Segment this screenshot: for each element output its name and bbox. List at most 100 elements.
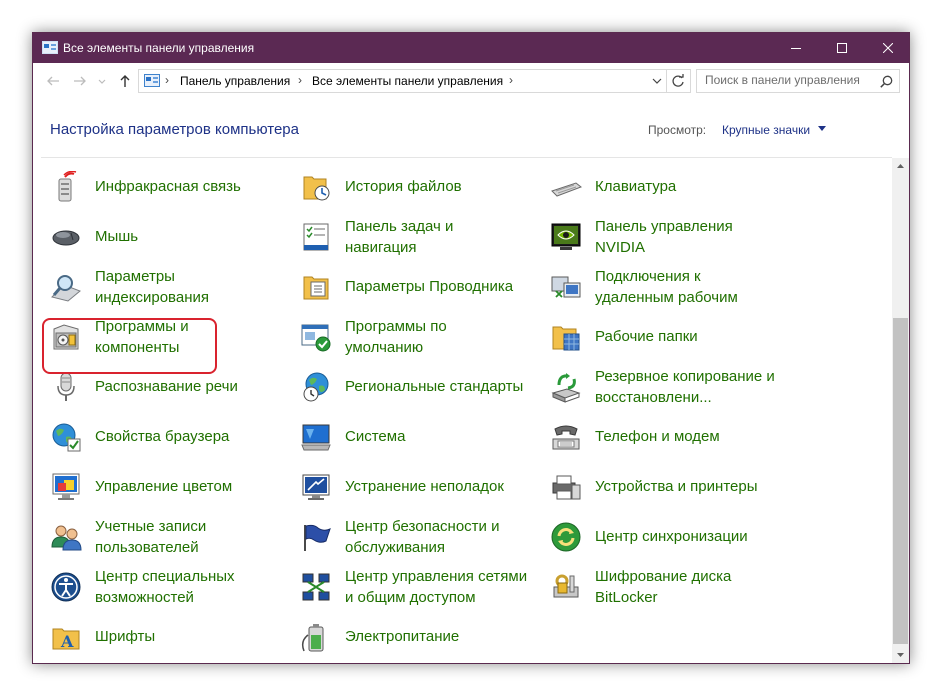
color-management-icon bbox=[52, 473, 80, 500]
item-power-options[interactable]: Электропитание bbox=[300, 615, 550, 659]
item-ease-of-access[interactable]: Центр специальных возможностей bbox=[50, 565, 300, 609]
vertical-scrollbar[interactable] bbox=[892, 158, 909, 663]
breadcrumb-control-panel[interactable]: Панель управления bbox=[180, 74, 290, 88]
item-label: Региональные стандарты bbox=[345, 378, 524, 395]
item-fonts[interactable]: A Шрифты bbox=[50, 615, 300, 659]
address-dropdown-chevron-icon[interactable] bbox=[652, 77, 662, 85]
fonts-icon: A bbox=[52, 628, 80, 651]
item-label: Центр управления сетями и общим доступом bbox=[345, 568, 528, 606]
minimize-icon bbox=[791, 48, 801, 49]
system-icon bbox=[301, 424, 331, 451]
item-label: Подключения к удаленным рабочим bbox=[595, 268, 738, 306]
back-arrow-icon[interactable] bbox=[45, 73, 61, 89]
search-icon[interactable] bbox=[880, 75, 893, 88]
item-file-history[interactable]: История файлов bbox=[300, 165, 550, 209]
item-label: Шрифты bbox=[95, 628, 156, 645]
item-phone-modem[interactable]: Телефон и модем bbox=[550, 415, 800, 459]
item-remote-desktop[interactable]: Подключения к удаленным рабочим bbox=[550, 265, 800, 309]
item-label: Панель управления NVIDIA bbox=[595, 218, 733, 256]
breadcrumb-separator[interactable]: › bbox=[509, 73, 513, 87]
control-panel-app-icon bbox=[42, 41, 58, 54]
window-title: Все элементы панели управления bbox=[63, 41, 255, 55]
item-keyboard[interactable]: Клавиатура bbox=[550, 165, 800, 209]
recent-locations-chevron-icon[interactable] bbox=[97, 73, 107, 89]
scroll-down-icon[interactable] bbox=[892, 646, 909, 663]
item-label: Устройства и принтеры bbox=[595, 478, 758, 495]
item-label: Инфракрасная связь bbox=[95, 178, 241, 195]
item-devices-printers[interactable]: Устройства и принтеры bbox=[550, 465, 800, 509]
item-label: Устранение неполадок bbox=[345, 478, 504, 495]
address-bar[interactable]: › Панель управления › Все элементы панел… bbox=[138, 69, 691, 93]
troubleshooting-icon bbox=[302, 474, 330, 500]
power-options-icon bbox=[301, 624, 324, 652]
title-bar[interactable]: Все элементы панели управления bbox=[33, 33, 909, 63]
keyboard-icon bbox=[551, 182, 582, 197]
item-system[interactable]: Система bbox=[300, 415, 550, 459]
item-user-accounts[interactable]: Учетные записи пользователей bbox=[50, 515, 300, 559]
item-label: Центр специальных возможностей bbox=[95, 568, 235, 606]
item-work-folders[interactable]: Рабочие папки bbox=[550, 315, 800, 359]
item-label: Учетные записи пользователей bbox=[95, 518, 207, 556]
item-network-center[interactable]: Центр управления сетями и общим доступом bbox=[300, 565, 550, 609]
item-infrared[interactable]: Инфракрасная связь bbox=[50, 165, 300, 209]
file-history-icon bbox=[303, 176, 330, 201]
microphone-icon bbox=[57, 372, 75, 401]
breadcrumb-all-items[interactable]: Все элементы панели управления bbox=[312, 74, 503, 88]
view-by-dropdown[interactable]: Крупные значки bbox=[722, 123, 810, 137]
remote-desktop-icon bbox=[551, 276, 581, 298]
minimize-button[interactable] bbox=[773, 33, 819, 63]
phone-modem-icon bbox=[552, 425, 580, 450]
item-default-programs[interactable]: Программы по умолчанию bbox=[300, 315, 550, 359]
navigation-bar: › Панель управления › Все элементы панел… bbox=[33, 63, 909, 99]
item-internet-options[interactable]: Свойства браузера bbox=[50, 415, 300, 459]
item-color-management[interactable]: Управление цветом bbox=[50, 465, 300, 509]
item-taskbar-navigation[interactable]: Панель задач и навигация bbox=[300, 215, 550, 259]
refresh-icon[interactable] bbox=[671, 74, 685, 88]
item-label: Центр безопасности и обслуживания bbox=[345, 518, 500, 556]
sync-center-icon bbox=[551, 522, 581, 552]
item-mouse[interactable]: Мышь bbox=[50, 215, 300, 259]
indexing-icon bbox=[51, 275, 81, 302]
breadcrumb-separator[interactable]: › bbox=[298, 73, 302, 87]
internet-options-icon bbox=[52, 423, 81, 452]
close-button[interactable] bbox=[865, 33, 911, 63]
forward-arrow-icon[interactable] bbox=[72, 73, 88, 89]
item-backup-restore[interactable]: Резервное копирование и восстановлени... bbox=[550, 365, 800, 409]
item-label: Свойства браузера bbox=[95, 428, 230, 445]
view-by-chevron-icon[interactable] bbox=[818, 126, 826, 131]
item-indexing-options[interactable]: Параметры индексирования bbox=[50, 265, 300, 309]
scroll-up-icon[interactable] bbox=[892, 158, 909, 175]
item-bitlocker[interactable]: Шифрование диска BitLocker bbox=[550, 565, 800, 609]
nvidia-icon bbox=[551, 223, 581, 250]
item-label: Распознавание речи bbox=[95, 378, 238, 395]
address-divider bbox=[666, 70, 667, 92]
devices-printers-icon bbox=[552, 475, 581, 500]
search-input[interactable] bbox=[705, 73, 875, 87]
page-title: Настройка параметров компьютера bbox=[50, 121, 299, 138]
programs-features-highlight bbox=[42, 318, 217, 374]
item-label: Параметры индексирования bbox=[95, 268, 209, 306]
control-panel-items: Инфракрасная связь Мышь Параметры индекс… bbox=[33, 165, 893, 663]
up-arrow-icon[interactable] bbox=[117, 73, 133, 89]
user-accounts-icon bbox=[51, 525, 82, 551]
item-label: История файлов bbox=[345, 178, 462, 195]
item-label: Центр синхронизации bbox=[595, 528, 748, 545]
item-label: Программы по умолчанию bbox=[345, 318, 447, 356]
item-region[interactable]: Региональные стандарты bbox=[300, 365, 550, 409]
item-security-maintenance[interactable]: Центр безопасности и обслуживания bbox=[300, 515, 550, 559]
ease-of-access-icon bbox=[51, 572, 81, 602]
item-label: Клавиатура bbox=[595, 178, 677, 195]
bitlocker-icon bbox=[553, 574, 579, 598]
breadcrumb-separator[interactable]: › bbox=[165, 73, 169, 87]
item-nvidia-control-panel[interactable]: Панель управления NVIDIA bbox=[550, 215, 800, 259]
item-explorer-options[interactable]: Параметры Проводника bbox=[300, 265, 550, 309]
scrollbar-thumb[interactable] bbox=[893, 318, 908, 644]
control-panel-window: Все элементы панели управления › Панель … bbox=[32, 32, 910, 664]
item-sync-center[interactable]: Центр синхронизации bbox=[550, 515, 800, 559]
maximize-button[interactable] bbox=[819, 33, 865, 63]
search-box[interactable] bbox=[696, 69, 900, 93]
work-folders-icon bbox=[552, 326, 580, 351]
item-troubleshooting[interactable]: Устранение неполадок bbox=[300, 465, 550, 509]
item-label: Панель задач и навигация bbox=[345, 218, 454, 256]
item-label: Система bbox=[345, 428, 406, 445]
